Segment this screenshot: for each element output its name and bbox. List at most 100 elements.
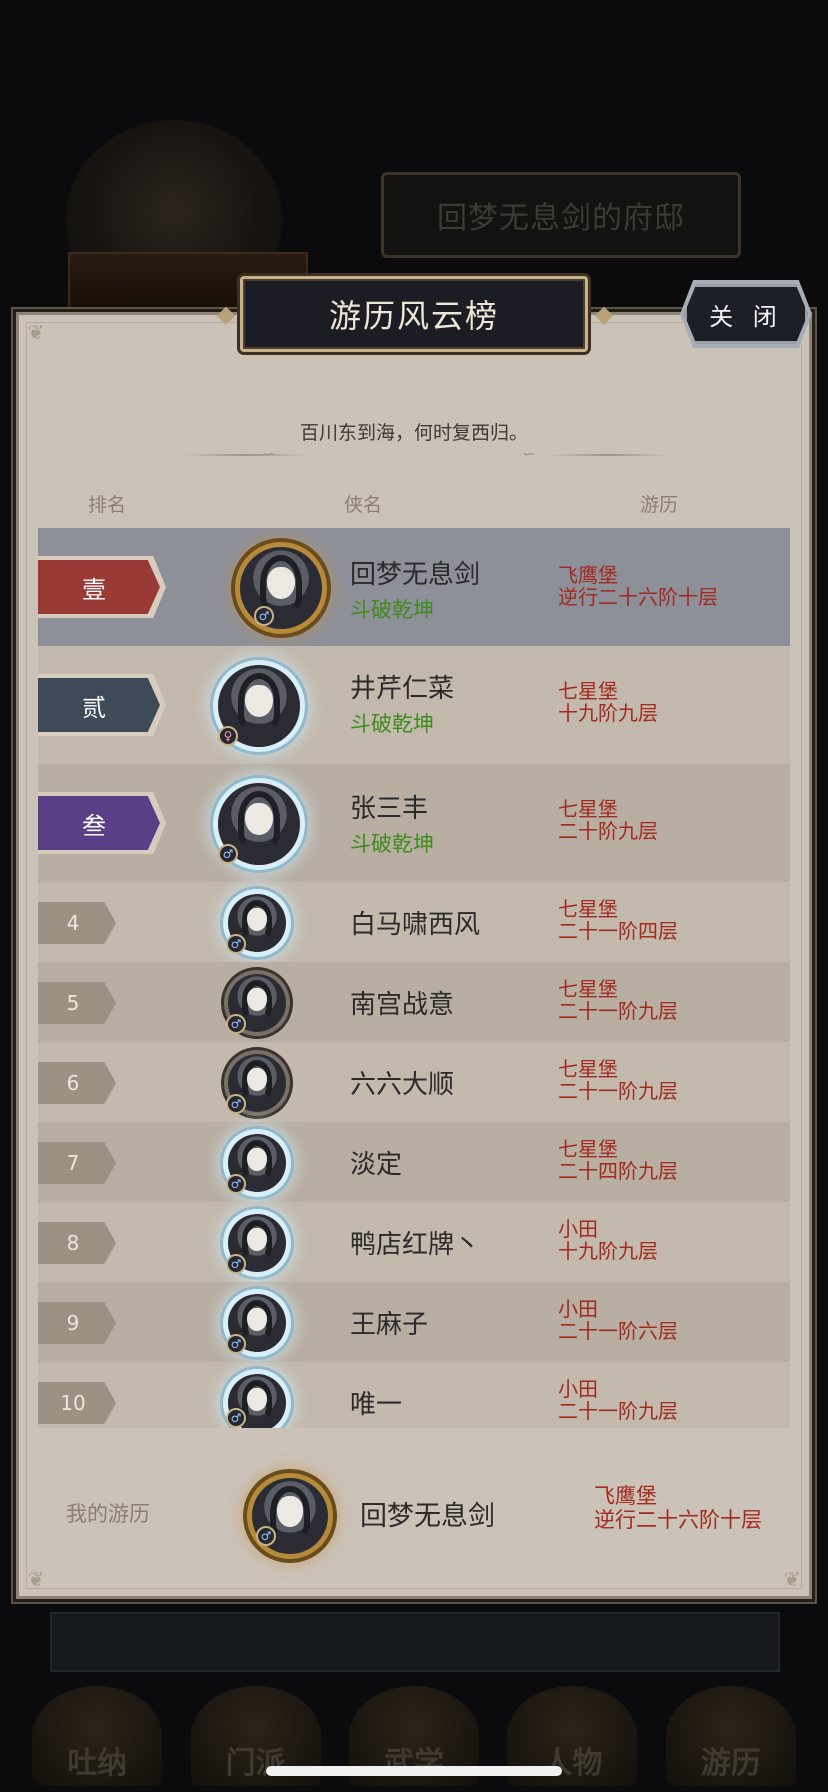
male-icon: ♂	[226, 1014, 246, 1034]
travel-progress: 小田 二十一阶九层	[558, 1378, 678, 1422]
player-sect: 斗破乾坤	[350, 712, 434, 736]
rank-label: 6	[66, 1071, 80, 1095]
player-sect: 斗破乾坤	[350, 598, 434, 622]
travel-location: 七星堡	[558, 797, 618, 821]
player-name: 鸭店红牌丶	[350, 1230, 481, 1260]
travel-location: 七星堡	[558, 897, 618, 921]
divider	[185, 454, 305, 456]
background-bottom-bar	[50, 1612, 780, 1672]
table-row[interactable]: 10 ♂ 唯一 小田 二十一阶九层	[38, 1362, 790, 1428]
panel-title: 游历风云榜	[240, 276, 588, 352]
my-travel-label: 我的游历	[66, 1502, 150, 1526]
table-row[interactable]: 8 ♂ 鸭店红牌丶 小田 十九阶九层	[38, 1202, 790, 1282]
player-name: 淡定	[350, 1150, 403, 1180]
table-row[interactable]: 9 ♂ 王麻子 小田 二十一阶六层	[38, 1282, 790, 1362]
column-header-rank: 排名	[88, 494, 127, 516]
rank-badge: 贰	[38, 678, 160, 732]
column-header-name: 侠名	[344, 494, 383, 516]
my-travel-location: 飞鹰堡	[594, 1484, 657, 1508]
travel-progress: 七星堡 二十一阶九层	[558, 978, 678, 1022]
rank-badge: 9	[38, 1302, 116, 1344]
motto-text: 百川东到海，何时复西归。	[299, 422, 528, 444]
mansion-button: 回梦无息剑的府邸	[381, 172, 741, 258]
rank-label: 4	[66, 911, 80, 935]
rank-label: 10	[60, 1391, 86, 1415]
rank-badge: 8	[38, 1222, 116, 1264]
travel-level: 二十一阶九层	[558, 999, 678, 1023]
travel-location: 七星堡	[558, 1057, 618, 1081]
male-icon: ♂	[254, 606, 274, 626]
travel-progress: 七星堡 二十一阶四层	[558, 898, 678, 942]
male-icon: ♂	[226, 1174, 246, 1194]
travel-location: 七星堡	[558, 977, 618, 1001]
rank-badge: 6	[38, 1062, 116, 1104]
travel-level: 二十四阶九层	[558, 1159, 678, 1183]
player-name: 王麻子	[350, 1310, 429, 1340]
rank-badge: 5	[38, 982, 116, 1024]
travel-progress: 七星堡 二十一阶九层	[558, 1058, 678, 1102]
travel-progress: 小田 二十一阶六层	[558, 1298, 678, 1342]
rank-badge: 10	[38, 1382, 116, 1424]
rank-label: 5	[66, 991, 80, 1015]
travel-level: 二十一阶六层	[558, 1319, 678, 1343]
title-ornament-icon: ◆	[216, 300, 236, 328]
player-name: 南宫战意	[350, 990, 455, 1020]
travel-progress: 七星堡 二十阶九层	[558, 798, 658, 842]
close-button[interactable]: 关 闭	[684, 284, 808, 344]
rank-label: 7	[66, 1151, 80, 1175]
tab-tuna: 吐纳	[32, 1686, 163, 1786]
avatar[interactable]	[240, 547, 322, 629]
travel-level: 二十阶九层	[558, 819, 658, 843]
home-indicator[interactable]	[266, 1766, 562, 1776]
panel-title-text: 游历风云榜	[328, 297, 499, 335]
player-name: 六六大顺	[350, 1070, 455, 1100]
table-row[interactable]: 叁 ♂ 张三丰 斗破乾坤 七星堡 二十阶九层	[38, 764, 790, 882]
player-name: 唯一	[350, 1390, 403, 1420]
my-player-name: 回梦无息剑	[360, 1501, 495, 1532]
male-icon: ♂	[218, 844, 238, 864]
travel-location: 七星堡	[558, 1137, 618, 1161]
male-icon: ♂	[226, 1254, 246, 1274]
travel-progress: 七星堡 十九阶九层	[558, 680, 658, 724]
table-row[interactable]: 贰 ♀ 井芹仁菜 斗破乾坤 七星堡 十九阶九层	[38, 646, 790, 764]
travel-location: 小田	[558, 1377, 598, 1401]
travel-level: 十九阶九层	[558, 1239, 658, 1263]
divider-ornament-icon: ∽	[262, 444, 276, 463]
ranking-list[interactable]: 壹 ♂ 回梦无息剑 斗破乾坤 飞鹰堡 逆行二十六阶十层 贰 ♀ 井芹仁菜 斗破乾…	[38, 528, 790, 1428]
rank-label: 贰	[82, 693, 106, 722]
male-icon: ♂	[226, 934, 246, 954]
rank-badge: 壹	[38, 560, 160, 614]
travel-location: 小田	[558, 1297, 598, 1321]
table-row[interactable]: 壹 ♂ 回梦无息剑 斗破乾坤 飞鹰堡 逆行二十六阶十层	[38, 528, 790, 646]
travel-progress: 飞鹰堡 逆行二十六阶十层	[558, 564, 718, 608]
rank-label: 叁	[82, 811, 106, 840]
corner-ornament-icon: ❦	[27, 1567, 45, 1591]
title-ornament-icon: ◆	[594, 300, 614, 328]
travel-level: 逆行二十六阶十层	[558, 585, 718, 609]
table-row[interactable]: 5 ♂ 南宫战意 七星堡 二十一阶九层	[38, 962, 790, 1042]
travel-progress: 小田 十九阶九层	[558, 1218, 658, 1262]
female-icon: ♀	[218, 726, 238, 746]
divider	[548, 454, 668, 456]
rank-label: 壹	[82, 575, 106, 604]
rank-label: 9	[66, 1311, 80, 1335]
travel-location: 小田	[558, 1217, 598, 1241]
column-header-travel: 游历	[640, 494, 679, 516]
male-icon: ♂	[226, 1094, 246, 1114]
table-row[interactable]: 6 ♂ 六六大顺 七星堡 二十一阶九层	[38, 1042, 790, 1122]
player-name: 井芹仁菜	[350, 674, 455, 704]
table-row[interactable]: 7 ♂ 淡定 七星堡 二十四阶九层	[38, 1122, 790, 1202]
rank-badge: 4	[38, 902, 116, 944]
player-name: 回梦无息剑	[350, 560, 481, 590]
close-button-label: 关 闭	[709, 302, 783, 331]
table-row[interactable]: 4 ♂ 白马啸西风 七星堡 二十一阶四层	[38, 882, 790, 962]
corner-ornament-icon: ❦	[783, 1567, 801, 1591]
travel-level: 十九阶九层	[558, 701, 658, 725]
tab-travel: 游历	[665, 1686, 796, 1786]
travel-location: 飞鹰堡	[558, 563, 618, 587]
travel-level: 二十一阶九层	[558, 1079, 678, 1103]
divider-ornament-icon: ∽	[522, 444, 536, 463]
my-travel-progress: 飞鹰堡 逆行二十六阶十层	[594, 1484, 762, 1532]
travel-level: 二十一阶九层	[558, 1399, 678, 1423]
male-icon: ♂	[226, 1408, 246, 1428]
